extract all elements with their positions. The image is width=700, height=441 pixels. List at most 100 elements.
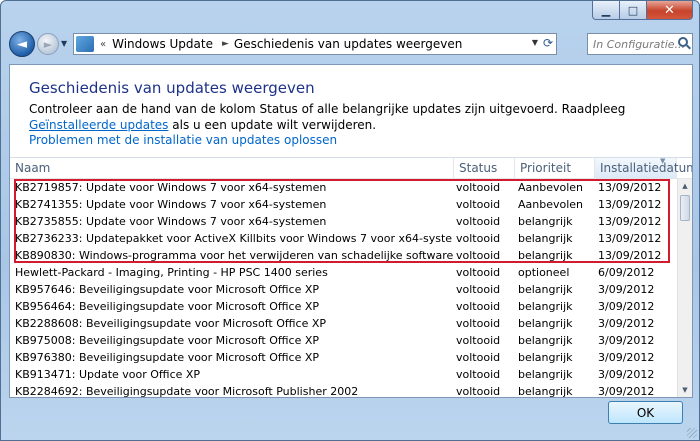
sort-descending-icon: ▼	[660, 157, 666, 165]
cell-status: voltooid	[456, 351, 501, 364]
cell-name: KB2736233: Updatepakket voor ActiveX Kil…	[15, 232, 453, 245]
cell-date: 3/09/2012	[598, 334, 655, 347]
table-row[interactable]: KB913471: Update voor Office XP voltooid b…	[10, 366, 677, 383]
cell-status: voltooid	[456, 283, 501, 296]
cell-date: 13/09/2012	[598, 181, 662, 194]
table-row[interactable]: KB890830: Windows-programma voor het ver…	[10, 247, 677, 264]
cell-date: 13/09/2012	[598, 249, 662, 262]
table-row[interactable]: KB957646: Beveiligingsupdate voor Micros…	[10, 281, 677, 298]
troubleshoot-link[interactable]: Problemen met de installatie van updates…	[29, 133, 337, 147]
cell-priority: optioneel	[518, 266, 570, 279]
table-row[interactable]: KB2719857: Update voor Windows 7 voor x6…	[10, 179, 677, 196]
back-button[interactable]: ◄	[9, 31, 35, 57]
forward-arrow-icon: ►	[43, 37, 53, 51]
navigation-bar: ◄ ► ▼ « Windows Update ► Geschiedenis va…	[1, 26, 699, 62]
window: ▁ □ ✕ ◄ ► ▼ « Windows Update ► Geschiede…	[0, 0, 700, 441]
cell-date: 3/09/2012	[598, 300, 655, 313]
cell-status: voltooid	[456, 385, 501, 398]
cell-name: KB890830: Windows-programma voor het ver…	[15, 249, 453, 262]
cell-status: voltooid	[456, 368, 501, 381]
address-dropdown-icon[interactable]: ▼	[532, 38, 538, 47]
description-text-end: als u een update wilt verwijderen.	[168, 118, 377, 132]
table-row[interactable]: KB2741355: Update voor Windows 7 voor x6…	[10, 196, 677, 213]
address-overflow-chevron[interactable]: «	[100, 39, 106, 50]
rows-container: KB2719857: Update voor Windows 7 voor x6…	[10, 179, 677, 398]
cell-status: voltooid	[456, 300, 501, 313]
resize-grip-icon[interactable]	[687, 428, 697, 438]
cell-name: KB956464: Beveiligingsupdate voor Micros…	[15, 300, 320, 313]
cell-date: 13/09/2012	[598, 232, 662, 245]
cell-priority: belangrijk	[518, 300, 573, 313]
cell-priority: Aanbevolen	[518, 198, 584, 211]
table-row[interactable]: KB2284692: Beveiligingsupdate voor Micro…	[10, 383, 677, 398]
breadcrumb-separator-icon[interactable]: ►	[222, 39, 229, 49]
cell-priority: belangrijk	[518, 351, 573, 364]
cell-name: KB975008: Beveiligingsupdate voor Micros…	[15, 334, 320, 347]
cell-priority: belangrijk	[518, 283, 573, 296]
table-row[interactable]: KB975008: Beveiligingsupdate voor Micros…	[10, 332, 677, 349]
column-header-name[interactable]: Naam	[10, 158, 454, 178]
cell-status: voltooid	[456, 266, 501, 279]
cell-status: voltooid	[456, 215, 501, 228]
installed-updates-link[interactable]: Geïnstalleerde updates	[29, 118, 168, 132]
table-row[interactable]: KB2736233: Updatepakket voor ActiveX Kil…	[10, 230, 677, 247]
recent-pages-dropdown-icon[interactable]: ▼	[61, 39, 67, 48]
content-panel: Geschiedenis van updates weergeven Contr…	[9, 64, 693, 398]
cell-priority: belangrijk	[518, 334, 573, 347]
close-button[interactable]: ✕	[647, 1, 693, 20]
cell-date: 3/09/2012	[598, 351, 655, 364]
search-icon[interactable]	[678, 37, 688, 47]
update-history-list: Naam Status Prioriteit Installatiedatum …	[10, 157, 692, 398]
table-row[interactable]: Hewlett-Packard - Imaging, Printing - HP…	[10, 264, 677, 281]
scrollbar-thumb[interactable]	[680, 195, 690, 221]
cell-priority: belangrijk	[518, 232, 573, 245]
refresh-icon[interactable]: ⟳	[543, 36, 553, 50]
table-row[interactable]: KB976380: Beveiligingsupdate voor Micros…	[10, 349, 677, 366]
forward-button[interactable]: ►	[37, 33, 59, 55]
page-description: Controleer aan de hand van de kolom Stat…	[29, 101, 649, 133]
cell-date: 3/09/2012	[598, 283, 655, 296]
cell-name: KB976380: Beveiligingsupdate voor Micros…	[15, 351, 320, 364]
cell-date: 13/09/2012	[598, 198, 662, 211]
scroll-up-icon[interactable]: ▲	[678, 179, 692, 194]
cell-name: KB2284692: Beveiligingsupdate voor Micro…	[15, 385, 359, 398]
cell-name: KB2735855: Update voor Windows 7 voor x6…	[15, 215, 327, 228]
cell-status: voltooid	[456, 181, 501, 194]
cell-name: KB913471: Update voor Office XP	[15, 368, 201, 381]
page-title: Geschiedenis van updates weergeven	[29, 79, 315, 97]
cell-status: voltooid	[456, 317, 501, 330]
column-header-status[interactable]: Status	[454, 158, 515, 178]
table-row[interactable]: KB956464: Beveiligingsupdate voor Micros…	[10, 298, 677, 315]
ok-button[interactable]: OK	[608, 401, 683, 424]
cell-status: voltooid	[456, 334, 501, 347]
cell-name: KB2719857: Update voor Windows 7 voor x6…	[15, 181, 327, 194]
table-row[interactable]: KB2735855: Update voor Windows 7 voor x6…	[10, 213, 677, 230]
address-bar[interactable]: « Windows Update ► Geschiedenis van upda…	[73, 33, 557, 55]
cell-priority: belangrijk	[518, 215, 573, 228]
cell-status: voltooid	[456, 249, 501, 262]
column-header-row: Naam Status Prioriteit Installatiedatum …	[10, 157, 692, 179]
control-panel-icon	[76, 36, 94, 52]
caption-buttons: ▁ □ ✕	[592, 1, 693, 20]
cell-priority: belangrijk	[518, 317, 573, 330]
vertical-scrollbar[interactable]: ▲ ▼	[677, 179, 692, 397]
cell-status: voltooid	[456, 198, 501, 211]
breadcrumb-update-history[interactable]: Geschiedenis van updates weergeven	[234, 37, 462, 51]
scroll-down-icon[interactable]: ▼	[678, 383, 692, 397]
cell-date: 13/09/2012	[598, 215, 662, 228]
cell-name: Hewlett-Packard - Imaging, Printing - HP…	[15, 266, 328, 279]
minimize-button[interactable]: ▁	[592, 1, 620, 20]
search-placeholder: In Configuratie...	[593, 37, 686, 51]
description-text: Controleer aan de hand van de kolom Stat…	[29, 102, 626, 116]
maximize-button[interactable]: □	[620, 1, 647, 20]
table-row[interactable]: KB2288608: Beveiligingsupdate voor Micro…	[10, 315, 677, 332]
cell-date: 3/09/2012	[598, 385, 655, 398]
breadcrumb-windows-update[interactable]: Windows Update	[112, 37, 213, 51]
search-input[interactable]: In Configuratie...	[587, 33, 693, 55]
cell-name: KB957646: Beveiligingsupdate voor Micros…	[15, 283, 320, 296]
cell-priority: belangrijk	[518, 385, 573, 398]
cell-date: 3/09/2012	[598, 317, 655, 330]
column-header-priority[interactable]: Prioriteit	[515, 158, 595, 178]
cell-priority: belangrijk	[518, 368, 573, 381]
cell-name: KB2288608: Beveiligingsupdate voor Micro…	[15, 317, 327, 330]
